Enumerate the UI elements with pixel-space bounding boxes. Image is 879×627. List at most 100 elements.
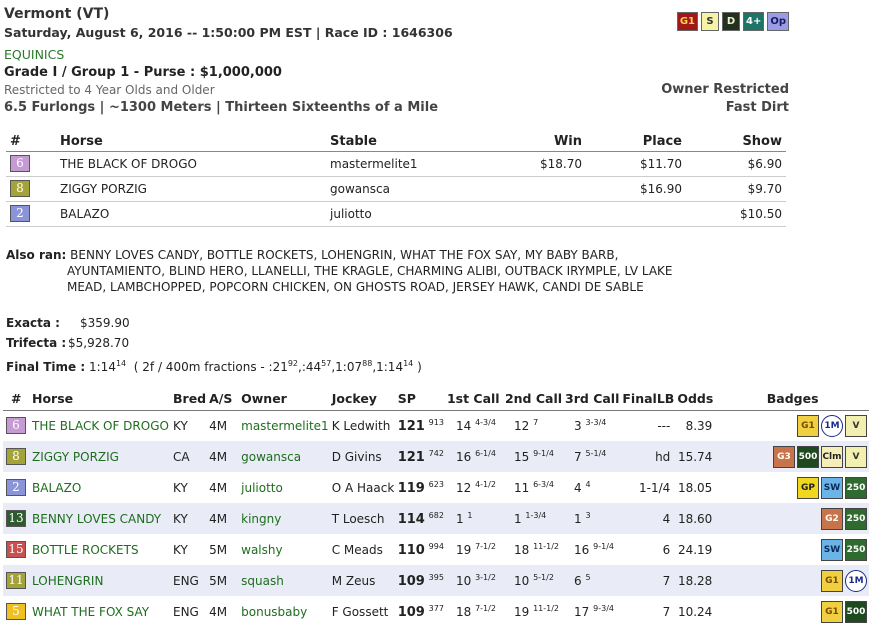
age-sex-cell: 5M [209, 542, 228, 557]
horse-name-link[interactable]: BOTTLE ROCKETS [29, 534, 170, 565]
payout-show: $6.90 [686, 151, 786, 177]
third-call-position: 7 [574, 450, 582, 464]
final-lb-cell: 7 [662, 604, 671, 619]
final-time-sup: 14 [115, 359, 127, 368]
final-lb-cell: --- [657, 418, 671, 433]
first-call-position: 19 [455, 543, 472, 557]
post-cell: 11 [3, 565, 29, 596]
speed-cell: 109 395 [394, 565, 444, 596]
owner-link[interactable]: kingny [238, 503, 329, 534]
col-horse: Horse [29, 388, 170, 411]
speed-value: 109 [397, 604, 425, 620]
owner-link[interactable]: mastermelite1 [238, 410, 329, 441]
race-condition-badges: G1 S D 4+ Op [676, 12, 789, 31]
trifecta-row: Trifecta : $5,928.70 [6, 336, 129, 350]
payout-win [486, 201, 586, 227]
first-call-lengths: 6-1/4 [475, 449, 496, 458]
third-call-cell: 7 5-1/4 [562, 441, 620, 472]
col-number: # [3, 388, 29, 411]
owner-link[interactable]: bonusbaby [238, 596, 329, 627]
star-badge-icon: G1 [821, 600, 843, 623]
first-call-cell: 19 7-1/2 [444, 534, 502, 565]
speed-cell: 119 623 [395, 472, 444, 503]
third-call-lengths: 3-3/4 [585, 418, 607, 428]
third-call-position: 4 [574, 481, 582, 495]
badge-icon: 500 [797, 445, 819, 468]
payout-show: $10.50 [686, 201, 786, 227]
jockey-cell: F Gossett [331, 604, 389, 619]
second-call-cell: 11 6-3/4 [502, 472, 562, 503]
speed-cell: 114 682 [394, 503, 444, 534]
payout-post-cell: 6 [6, 151, 56, 177]
owner-link[interactable]: gowansca [238, 441, 329, 472]
table-row: 2 BALAZO KY 4M juliotto O A Haack 119 623 12 4-… [3, 472, 869, 503]
speed-cell: 121 742 [394, 441, 444, 472]
third-call-cell: 4 4 [562, 472, 619, 503]
payout-stable-name: gowansca [326, 176, 486, 202]
speed-sup: 742 [428, 448, 444, 458]
third-call-lengths: 9-1/4 [593, 542, 614, 551]
second-call-lengths: 1-3/4 [525, 511, 547, 520]
fraction-value: ,:44 [298, 360, 322, 374]
trifecta-value: $5,928.70 [68, 336, 130, 350]
badge-icon: 250 [845, 476, 867, 499]
horse-name-link[interactable]: THE BLACK OF DROGO [29, 410, 170, 441]
payout-stable-name: juliotto [326, 201, 486, 227]
second-call-lengths: 7 [533, 418, 539, 428]
race-condition-badge: G1 [676, 12, 698, 31]
horse-name-link[interactable]: BALAZO [29, 472, 170, 503]
badges-cell: G2 250 [716, 503, 869, 534]
badges-cell: G1 1M [716, 565, 869, 596]
odds-cell: 8.39 [685, 418, 713, 433]
age-sex-cell: 4M [209, 480, 228, 495]
owner-link[interactable]: juliotto [238, 472, 329, 503]
second-call-position: 11 [513, 481, 530, 495]
table-row: 15 BOTTLE ROCKETS KY 5M walshy C Meads 110 994… [3, 534, 869, 565]
col-bred: Bred [170, 388, 207, 411]
first-call-cell: 18 7-1/2 [444, 596, 502, 627]
horse-name-link[interactable]: WHAT THE FOX SAY [29, 596, 170, 627]
badges-group: SW 250 [719, 538, 869, 561]
badge-icon: 250 [845, 507, 867, 530]
speed-cell: 109 377 [395, 596, 444, 627]
badges-group: G3 500 Clm V [719, 445, 869, 468]
fraction-sup: 92 [287, 359, 299, 368]
million-badge-icon: 1M [845, 569, 867, 592]
owner-link[interactable]: squash [238, 565, 329, 596]
speed-sup: 395 [428, 572, 444, 582]
badge-icon: SW [821, 538, 843, 561]
age-sex-cell: 5M [206, 565, 239, 596]
first-call-lengths: 4-3/4 [475, 418, 496, 428]
payout-col-place: Place [586, 133, 686, 152]
speed-sup: 682 [428, 510, 444, 520]
first-call-cell: 12 4-1/2 [444, 472, 502, 503]
final-lb-cell: hd [619, 441, 675, 472]
exacta-label: Exacta : [6, 316, 60, 330]
first-call-cell: 10 3-1/2 [443, 565, 502, 596]
post-position-badge: 13 [6, 510, 26, 527]
third-call-cell: 17 9-3/4 [562, 596, 619, 627]
horse-name-link[interactable]: BENNY LOVES CANDY [29, 503, 170, 534]
age-sex-cell: 4M [206, 441, 239, 472]
jockey-cell: K Ledwith [331, 418, 391, 433]
first-call-cell: 14 4-3/4 [444, 410, 502, 441]
owner-link[interactable]: walshy [238, 534, 329, 565]
odds-cell: 18.60 [674, 503, 717, 534]
badge-icon: V [845, 445, 867, 468]
horse-name-link[interactable]: ZIGGY PORZIG [29, 441, 170, 472]
final-lb-cell: 7 [619, 565, 675, 596]
col-first-call: 1st Call [443, 388, 502, 411]
speed-value: 119 [397, 480, 425, 496]
badges-group: G1 500 [719, 600, 869, 623]
speed-value: 114 [397, 511, 425, 527]
speed-value: 110 [397, 542, 425, 558]
fraction-sup: 14 [403, 359, 414, 368]
third-call-lengths: 5 [585, 573, 591, 582]
payout-win [486, 176, 586, 202]
third-call-cell: 3 3-3/4 [562, 410, 619, 441]
third-call-lengths: 3 [585, 511, 591, 520]
horse-name-link[interactable]: LOHENGRIN [29, 565, 170, 596]
post-cell: 15 [3, 534, 29, 565]
badge-icon: V [845, 414, 867, 437]
table-row: 8 ZIGGY PORZIG CA 4M gowansca D Givins 121 742… [3, 441, 869, 472]
